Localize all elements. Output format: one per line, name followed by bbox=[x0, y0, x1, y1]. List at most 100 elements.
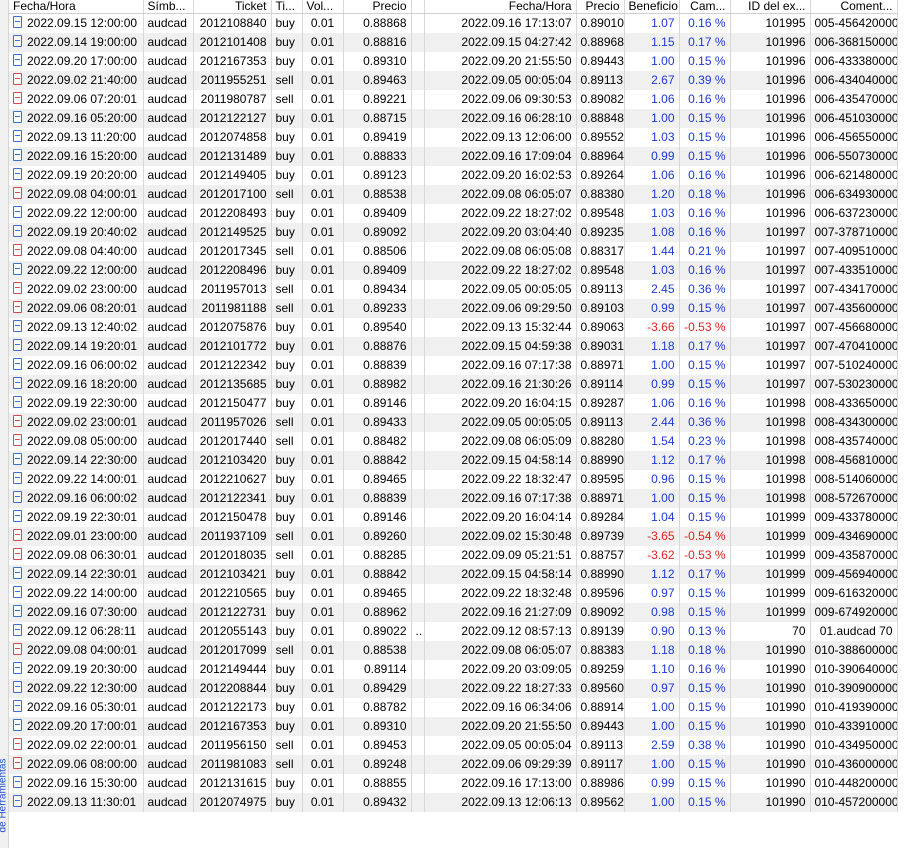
col-header-change[interactable]: Cam... bbox=[679, 0, 731, 14]
buy-order-icon bbox=[13, 111, 22, 123]
table-row[interactable]: 2022.09.16 06:00:02 audcad 2012122341 buy 0.… bbox=[9, 489, 898, 508]
table-row[interactable]: 2022.09.16 06:00:02 audcad 2012122342 buy 0.… bbox=[9, 356, 898, 375]
table-row[interactable]: 2022.09.14 19:20:01 audcad 2012101772 buy 0.… bbox=[9, 337, 898, 356]
cell-volume: 0.01 bbox=[302, 432, 344, 451]
table-row[interactable]: 2022.09.19 20:20:00 audcad 2012149405 buy 0.… bbox=[9, 166, 898, 185]
table-row[interactable]: 2022.09.19 20:30:00 audcad 2012149444 buy 0.… bbox=[9, 660, 898, 679]
table-row[interactable]: 2022.09.19 22:30:00 audcad 2012150477 buy 0.… bbox=[9, 394, 898, 413]
col-header-expert-id[interactable]: ID del ex... bbox=[730, 0, 811, 14]
table-row[interactable]: 2022.09.06 07:20:01 audcad 2011980787 sell 0… bbox=[9, 90, 898, 109]
table-row[interactable]: 2022.09.08 05:00:00 audcad 2012017440 sell 0… bbox=[9, 432, 898, 451]
cell-close-price: 0.89113 bbox=[576, 71, 625, 90]
cell-type: buy bbox=[271, 622, 303, 641]
table-row[interactable]: 2022.09.08 04:00:01 audcad 2012017099 sell 0… bbox=[9, 641, 898, 660]
buy-order-icon bbox=[13, 681, 22, 693]
cell-comment: 007-409510000 bbox=[810, 242, 898, 261]
cell-marker bbox=[411, 508, 425, 527]
cell-open-price: 0.89221 bbox=[343, 90, 412, 109]
table-row[interactable]: 2022.09.02 22:00:01 audcad 2011956150 sell 0… bbox=[9, 736, 898, 755]
cell-ticket: 2012167353 bbox=[193, 717, 272, 736]
table-row[interactable]: 2022.09.08 04:40:00 audcad 2012017345 sell 0… bbox=[9, 242, 898, 261]
table-row[interactable]: 2022.09.08 04:00:01 audcad 2012017100 sell 0… bbox=[9, 185, 898, 204]
col-header-volume[interactable]: Vol... bbox=[302, 0, 344, 14]
table-row[interactable]: 2022.09.16 05:30:01 audcad 2012122173 buy 0.… bbox=[9, 698, 898, 717]
cell-profit: 1.18 bbox=[624, 641, 680, 660]
cell-close-price: 0.89264 bbox=[576, 166, 625, 185]
table-row[interactable]: 2022.09.02 23:00:00 audcad 2011957013 sell 0… bbox=[9, 280, 898, 299]
col-header-marker[interactable] bbox=[411, 0, 425, 14]
table-row[interactable]: 2022.09.22 12:00:00 audcad 2012208496 buy 0.… bbox=[9, 261, 898, 280]
table-row[interactable]: 2022.09.22 12:00:00 audcad 2012208493 buy 0.… bbox=[9, 204, 898, 223]
col-header-close-price[interactable]: Precio bbox=[576, 0, 625, 14]
table-row[interactable]: 2022.09.20 17:00:01 audcad 2012167353 buy 0.… bbox=[9, 717, 898, 736]
col-header-comment[interactable]: Coment... bbox=[810, 0, 898, 14]
cell-comment: 005-456420000 bbox=[810, 13, 898, 33]
cell-type: buy bbox=[271, 660, 303, 679]
table-row[interactable]: 2022.09.22 14:00:01 audcad 2012210627 buy 0.… bbox=[9, 470, 898, 489]
cell-change: 0.16 % bbox=[679, 90, 731, 109]
table-row[interactable]: 2022.09.08 06:30:01 audcad 2012018035 sell 0… bbox=[9, 546, 898, 565]
table-row[interactable]: 2022.09.16 05:20:00 audcad 2012122127 buy 0.… bbox=[9, 109, 898, 128]
col-header-open-price[interactable]: Precio bbox=[343, 0, 412, 14]
table-row[interactable]: 2022.09.13 11:20:00 audcad 2012074858 buy 0.… bbox=[9, 128, 898, 147]
table-row[interactable]: 2022.09.13 12:40:02 audcad 2012075876 buy 0.… bbox=[9, 318, 898, 337]
col-header-open-time[interactable]: Fecha/Hora bbox=[9, 0, 144, 14]
cell-open-time: 2022.09.13 12:40:02 bbox=[9, 318, 144, 337]
col-header-profit[interactable]: Beneficio bbox=[624, 0, 680, 14]
cell-open-time: 2022.09.16 18:20:00 bbox=[9, 375, 144, 394]
cell-close-price: 0.89596 bbox=[576, 584, 625, 603]
table-row[interactable]: 2022.09.13 11:30:01 audcad 2012074975 buy 0.… bbox=[9, 793, 898, 812]
cell-close-price: 0.88971 bbox=[576, 356, 625, 375]
table-row[interactable]: 2022.09.19 20:40:02 audcad 2012149525 buy 0.… bbox=[9, 223, 898, 242]
cell-expert-id: 101990 bbox=[730, 698, 811, 717]
table-row[interactable]: 2022.09.22 12:30:00 audcad 2012208844 buy 0.… bbox=[9, 679, 898, 698]
cell-open-price: 0.89429 bbox=[343, 679, 412, 698]
table-row[interactable]: 2022.09.16 15:30:00 audcad 2012131615 buy 0.… bbox=[9, 774, 898, 793]
table-row[interactable]: 2022.09.06 08:00:00 audcad 2011981083 sell 0… bbox=[9, 755, 898, 774]
col-header-type[interactable]: Ti... bbox=[271, 0, 303, 14]
cell-open-price: 0.88842 bbox=[343, 451, 412, 470]
table-row[interactable]: 2022.09.20 17:00:00 audcad 2012167353 buy 0.… bbox=[9, 52, 898, 71]
table-row[interactable]: 2022.09.16 15:20:00 audcad 2012131489 buy 0.… bbox=[9, 147, 898, 166]
table-row[interactable]: 2022.09.02 21:40:00 audcad 2011955251 sell 0… bbox=[9, 71, 898, 90]
buy-order-icon bbox=[13, 16, 22, 28]
table-row[interactable]: 2022.09.16 18:20:00 audcad 2012135685 buy 0.… bbox=[9, 375, 898, 394]
cell-volume: 0.01 bbox=[302, 717, 344, 736]
table-row[interactable]: 2022.09.22 14:00:00 audcad 2012210565 buy 0.… bbox=[9, 584, 898, 603]
col-header-close-time[interactable]: Fecha/Hora bbox=[424, 0, 577, 14]
table-row[interactable]: 2022.09.14 22:30:00 audcad 2012103420 buy 0.… bbox=[9, 451, 898, 470]
table-row[interactable]: 2022.09.15 12:00:00 audcad 2012108840 buy 0.… bbox=[9, 13, 898, 33]
cell-open-time: 2022.09.16 06:00:02 bbox=[9, 356, 144, 375]
table-row[interactable]: 2022.09.12 06:28:11 audcad 2012055143 buy 0.… bbox=[9, 622, 898, 641]
cell-close-price: 0.89552 bbox=[576, 128, 625, 147]
table-row[interactable]: 2022.09.19 22:30:01 audcad 2012150478 buy 0.… bbox=[9, 508, 898, 527]
table-row[interactable]: 2022.09.14 22:30:01 audcad 2012103421 buy 0.… bbox=[9, 565, 898, 584]
col-header-symbol[interactable]: Símb... bbox=[143, 0, 194, 14]
cell-close-time: 2022.09.16 21:27:09 bbox=[424, 603, 577, 622]
table-header: Fecha/Hora Símb... Ticket Ti... Vol... P… bbox=[9, 0, 898, 14]
cell-close-price: 0.89063 bbox=[576, 318, 625, 337]
cell-open-price: 0.89248 bbox=[343, 755, 412, 774]
cell-change: 0.36 % bbox=[679, 413, 731, 432]
cell-type: sell bbox=[271, 432, 303, 451]
toolbox-tab[interactable]: de Herramientas bbox=[0, 0, 9, 848]
table-row[interactable]: 2022.09.02 23:00:01 audcad 2011957026 sell 0… bbox=[9, 413, 898, 432]
cell-type: sell bbox=[271, 641, 303, 660]
table-row[interactable]: 2022.09.14 19:00:00 audcad 2012101408 buy 0.… bbox=[9, 33, 898, 52]
cell-ticket: 2012017100 bbox=[193, 185, 272, 204]
cell-change: 0.15 % bbox=[679, 128, 731, 147]
table-row[interactable]: 2022.09.06 08:20:01 audcad 2011981188 sell 0… bbox=[9, 299, 898, 318]
buy-order-icon bbox=[13, 624, 22, 636]
table-row[interactable]: 2022.09.01 23:00:00 audcad 2011937109 sell 0… bbox=[9, 527, 898, 546]
open-time-text: 2022.09.13 11:30:01 bbox=[27, 795, 137, 809]
cell-open-time: 2022.09.02 23:00:00 bbox=[9, 280, 144, 299]
cell-close-price: 0.88848 bbox=[576, 109, 625, 128]
open-time-text: 2022.09.19 20:30:00 bbox=[27, 662, 138, 676]
open-time-text: 2022.09.16 05:30:01 bbox=[27, 700, 138, 714]
cell-open-time: 2022.09.22 12:00:00 bbox=[9, 204, 144, 223]
table-row[interactable]: 2022.09.16 07:30:00 audcad 2012122731 buy 0.… bbox=[9, 603, 898, 622]
col-header-ticket[interactable]: Ticket bbox=[193, 0, 272, 14]
cell-change: 0.15 % bbox=[679, 774, 731, 793]
cell-comment: 007-530230000 bbox=[810, 375, 898, 394]
cell-ticket: 2012018035 bbox=[193, 546, 272, 565]
